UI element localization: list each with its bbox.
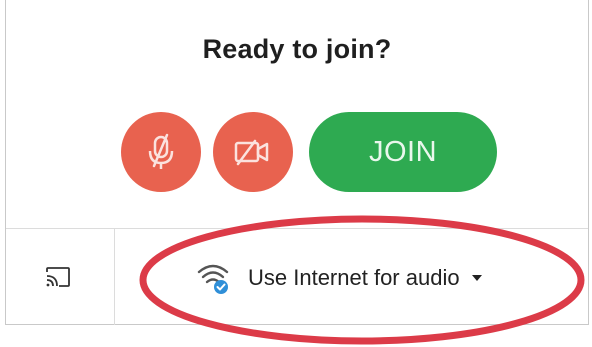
microphone-off-icon xyxy=(148,133,174,169)
audio-source-label: Use Internet for audio xyxy=(248,265,460,290)
camera-toggle-button[interactable] xyxy=(213,112,293,192)
join-button[interactable]: JOIN xyxy=(309,112,497,192)
join-dialog: Ready to join? JOIN Use Internet for aud… xyxy=(5,0,589,325)
cast-icon xyxy=(46,267,70,287)
page-title: Ready to join? xyxy=(202,34,392,64)
mic-toggle-button[interactable] xyxy=(121,112,201,192)
cast-button[interactable] xyxy=(40,259,76,295)
screenshot-stage: Ready to join? JOIN Use Internet for aud… xyxy=(0,0,592,347)
wifi-check-icon xyxy=(196,261,230,295)
caret-down-icon xyxy=(471,275,482,281)
footer-separator xyxy=(114,229,115,325)
audio-source-dropdown[interactable]: Use Internet for audio xyxy=(196,258,482,298)
camera-off-icon xyxy=(234,139,269,166)
footer-divider xyxy=(6,228,588,229)
